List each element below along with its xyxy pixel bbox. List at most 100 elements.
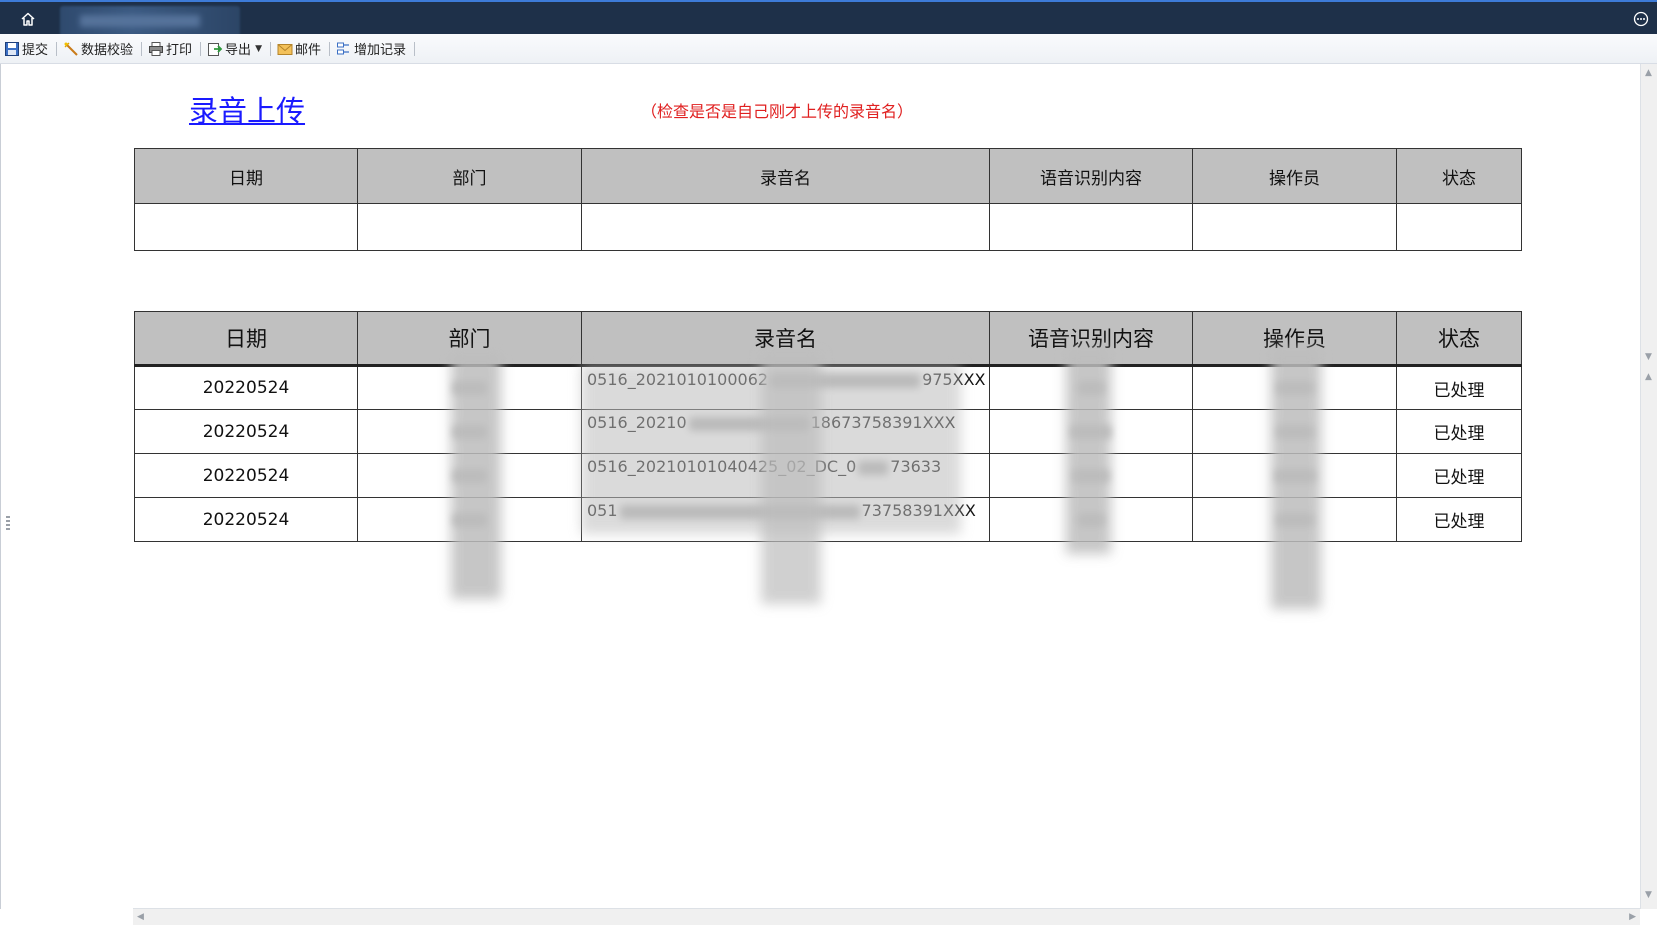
status-cell: 已处理 — [1396, 497, 1522, 542]
table-row: 20220524 0516_2021010100062 975XXX 已处理 — [134, 365, 1522, 410]
submit-button[interactable]: 提交 — [2, 38, 52, 60]
header-department: 部门 — [357, 311, 582, 367]
mail-button[interactable]: 邮件 — [275, 38, 325, 60]
table-row — [134, 203, 1522, 251]
check-note: （检查是否是自己刚才上传的录音名） — [641, 102, 914, 121]
wand-icon — [64, 42, 78, 56]
header-operator: 操作员 — [1192, 148, 1397, 204]
department-cell[interactable] — [357, 203, 582, 251]
recording-name-text: 051 — [587, 501, 618, 520]
header-speech-content: 语音识别内容 — [989, 148, 1193, 204]
table-header-row: 日期 部门 录音名 语音识别内容 操作员 状态 — [134, 148, 1522, 204]
toolbar-separator — [269, 41, 271, 56]
operator-cell[interactable] — [1192, 203, 1397, 251]
department-cell-redacted — [357, 409, 582, 454]
recording-name-cell[interactable] — [581, 203, 990, 251]
mail-icon — [277, 43, 293, 55]
scroll-mid-down-icon[interactable]: ▼ — [1645, 352, 1652, 362]
date-cell[interactable] — [134, 203, 358, 251]
more-button[interactable] — [1631, 9, 1651, 29]
resize-grip[interactable] — [6, 516, 10, 532]
submit-label: 提交 — [22, 43, 49, 58]
print-label: 打印 — [166, 43, 193, 58]
upload-input-table: 日期 部门 录音名 语音识别内容 操作员 状态 — [134, 148, 1522, 251]
operator-cell-redacted — [1192, 497, 1397, 542]
recording-name-cell: 0516_20210101040425_02_DC_0 73633 — [581, 453, 990, 498]
speech-content-cell-redacted — [989, 365, 1193, 410]
export-button[interactable]: 导出 ▼ — [205, 38, 266, 60]
horizontal-scrollbar[interactable]: ◀ ▶ — [133, 908, 1640, 925]
table-header-row: 日期 部门 录音名 语音识别内容 操作员 状态 — [134, 311, 1522, 367]
table-row: 20220524 0516_20210101040425_02_DC_0 7363… — [134, 453, 1522, 498]
header-date: 日期 — [134, 148, 358, 204]
toolbar-separator — [141, 41, 143, 56]
operator-cell-redacted — [1192, 453, 1397, 498]
upload-results-table: 日期 部门 录音名 语音识别内容 操作员 状态 20220524 0516_20… — [134, 311, 1522, 542]
toolbar-separator — [414, 41, 416, 56]
toolbar-separator — [200, 41, 202, 56]
status-cell: 已处理 — [1396, 365, 1522, 410]
status-cell[interactable] — [1396, 203, 1522, 251]
upload-recording-link[interactable]: 录音上传 — [189, 88, 305, 130]
recording-name-text: 0516_20210101040425_02_DC_0 — [587, 457, 857, 476]
vertical-scrollbar[interactable]: ▲ ▼ ▲ ▼ — [1640, 64, 1657, 909]
data-validate-button[interactable]: 数据校验 — [61, 38, 137, 60]
toolbar-separator — [56, 41, 58, 56]
header-status: 状态 — [1396, 148, 1522, 204]
add-record-icon — [337, 42, 349, 54]
department-cell-redacted — [357, 365, 582, 410]
header-recording-name: 录音名 — [581, 148, 990, 204]
add-record-button[interactable]: 增加记录 — [334, 38, 410, 60]
home-icon — [21, 12, 35, 26]
header-speech-content: 语音识别内容 — [989, 311, 1193, 367]
active-tab-redacted[interactable] — [60, 6, 240, 36]
recording-name-tail: 18673758391XXX — [810, 413, 956, 432]
date-cell: 20220524 — [134, 409, 358, 454]
home-button[interactable] — [16, 8, 40, 30]
recording-name-text: 0516_20210 — [587, 413, 687, 432]
report-content: 录音上传 （检查是否是自己刚才上传的录音名） 日期 部门 录音名 语音识别内容 … — [0, 64, 1640, 909]
table-row: 20220524 0516_20210 18673758391XXX 已处理 — [134, 409, 1522, 454]
date-cell: 20220524 — [134, 365, 358, 410]
recording-name-tail: 73633 — [890, 457, 942, 476]
operator-cell-redacted — [1192, 409, 1397, 454]
date-cell: 20220524 — [134, 453, 358, 498]
recording-name-cell: 051 73758391XXX — [581, 497, 990, 542]
recording-name-tail: 73758391XXX — [861, 501, 976, 520]
recording-name-tail: 975XXX — [922, 370, 986, 389]
status-cell: 已处理 — [1396, 409, 1522, 454]
header-operator: 操作员 — [1192, 311, 1397, 367]
export-icon — [208, 42, 223, 56]
printer-icon — [149, 41, 164, 56]
status-cell: 已处理 — [1396, 453, 1522, 498]
toolbar-separator — [329, 41, 330, 56]
toolbar: 提交 数据校验 打印 导出 ▼ 邮件 增加记录 — [0, 34, 1657, 64]
recording-name-cell: 0516_2021010100062 975XXX — [581, 365, 990, 410]
scroll-left-icon[interactable]: ◀ — [137, 912, 144, 922]
title-bar — [0, 0, 1657, 36]
chevron-down-icon: ▼ — [255, 43, 262, 54]
table-row: 20220524 051 73758391XXX 已处理 — [134, 497, 1522, 542]
scroll-right-icon[interactable]: ▶ — [1629, 912, 1636, 922]
date-cell: 20220524 — [134, 497, 358, 542]
scroll-down-icon[interactable]: ▼ — [1645, 890, 1652, 900]
header-recording-name: 录音名 — [581, 311, 990, 367]
recording-name-text: 0516_2021010100062 — [587, 370, 769, 389]
save-icon — [5, 41, 19, 56]
print-button[interactable]: 打印 — [146, 38, 196, 60]
data-validate-label: 数据校验 — [81, 43, 134, 58]
department-cell-redacted — [357, 453, 582, 498]
speech-content-cell-redacted — [989, 497, 1193, 542]
recording-name-cell: 0516_20210 18673758391XXX — [581, 409, 990, 454]
scroll-mid-up-icon[interactable]: ▲ — [1645, 372, 1652, 382]
more-icon — [1633, 11, 1649, 27]
header-date: 日期 — [134, 311, 358, 367]
speech-content-cell-redacted — [989, 453, 1193, 498]
operator-cell-redacted — [1192, 365, 1397, 410]
export-label: 导出 — [225, 43, 252, 58]
speech-content-cell-redacted — [989, 409, 1193, 454]
header-status: 状态 — [1396, 311, 1522, 367]
speech-content-cell[interactable] — [989, 203, 1193, 251]
app-window: 提交 数据校验 打印 导出 ▼ 邮件 增加记录 录音上传 （检查是否是自己刚才上… — [0, 0, 1657, 929]
scroll-up-icon[interactable]: ▲ — [1645, 68, 1652, 78]
